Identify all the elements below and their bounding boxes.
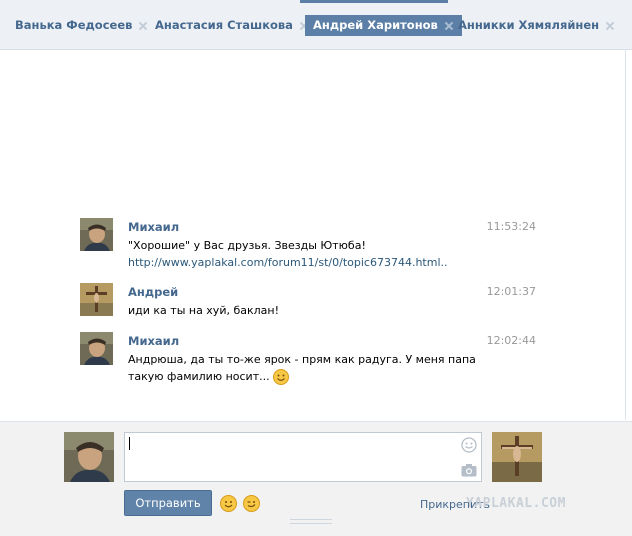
tab-label: Анникки Хямяляйнен [458,18,600,32]
tab-label: Ванька Федосеев [15,18,133,32]
my-avatar[interactable] [64,432,114,482]
watermark: YAPLAKAL.COM [466,496,566,511]
peer-avatar[interactable] [492,432,542,482]
message-item: Михаил 11:53:24 "Хорошие" у Вас друзья. … [80,218,540,270]
text-caret [129,437,130,450]
message-author[interactable]: Андрей [128,285,178,299]
emoji-picker-icon[interactable] [461,437,477,453]
tab-label: Андрей Харитонов [313,18,438,32]
resize-handle[interactable] [290,519,332,524]
message-time: 12:01:37 [486,285,536,298]
message-input[interactable] [124,432,482,482]
active-tab-indicator [300,0,448,3]
message-text: "Хорошие" у Вас друзья. Звезды Ютюба! ht… [128,237,508,271]
message-time: 11:53:24 [486,220,536,233]
tab-vanka-fedoseev[interactable]: Ванька Федосеев [7,15,156,36]
message-composer: Отправить Прикрепить YAPLAKAL.COM [0,421,632,536]
wink-emoji-icon[interactable] [243,495,260,512]
smile-emoji-icon[interactable] [220,495,237,512]
camera-icon[interactable] [461,463,477,477]
tab-andrey-kharitonov[interactable]: Андрей Харитонов [305,15,462,36]
avatar[interactable] [80,218,113,251]
message-text: Андрюша, да ты то-же ярок - прям как рад… [128,351,508,385]
message-body: "Хорошие" у Вас друзья. Звезды Ютюба! [128,239,366,252]
close-icon[interactable] [605,21,615,31]
message-item: Михаил 12:02:44 Андрюша, да ты то-же яро… [80,332,540,388]
message-link[interactable]: http://www.yaplakal.com/forum11/st/0/top… [128,254,508,271]
avatar[interactable] [80,332,113,365]
message-body: Андрюша, да ты то-же ярок - прям как рад… [128,353,476,383]
tab-label: Анастасия Сташкова [155,18,293,32]
smile-emoji-icon [273,369,290,385]
avatar[interactable] [80,283,113,316]
dialog-tab-bar: Ванька Федосеев Анастасия Сташкова Андре… [0,0,632,50]
tab-annikki-hyamyalyainen[interactable]: Анникки Хямяляйнен [450,15,623,36]
tab-anastasia-stashkova[interactable]: Анастасия Сташкова [147,15,317,36]
message-author[interactable]: Михаил [128,334,179,348]
message-area-border [625,50,626,420]
message-text: иди ка ты на хуй, баклан! [128,304,280,317]
message-item: Андрей 12:01:37 иди ка ты на хуй, баклан… [80,283,540,323]
message-time: 12:02:44 [486,334,536,347]
send-button[interactable]: Отправить [124,490,212,516]
message-author[interactable]: Михаил [128,220,179,234]
